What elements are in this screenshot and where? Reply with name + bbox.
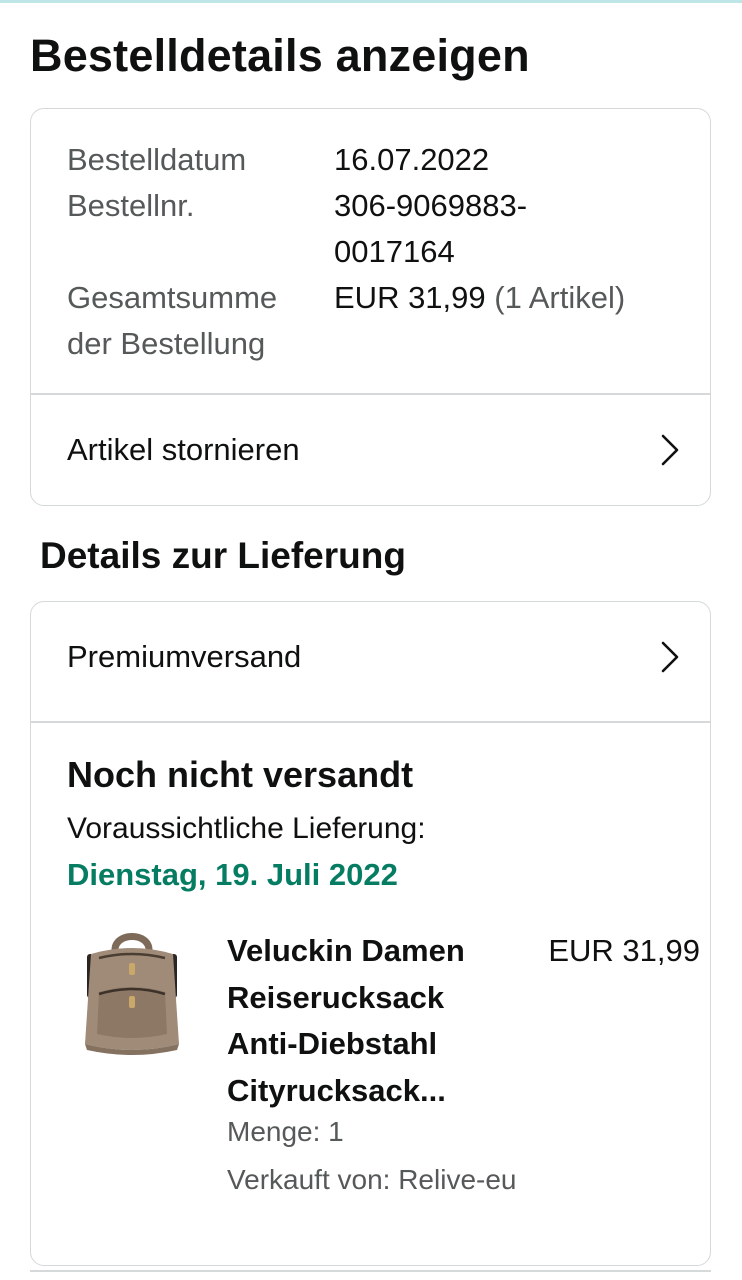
delivery-details-card: Premiumversand Noch nicht versandt Vorau… [30, 601, 711, 1266]
top-accent-line [0, 0, 742, 3]
shipping-method-row[interactable]: Premiumversand [31, 602, 710, 712]
delivery-eta-date: Dienstag, 19. Juli 2022 [67, 857, 398, 892]
order-total-value: EUR 31,99 (1 Artikel) [334, 275, 625, 321]
product-quantity: Menge: 1 [227, 1116, 344, 1147]
order-total-amount: EUR 31,99 [334, 280, 486, 315]
product-title-line: Cityrucksack... [227, 1072, 446, 1108]
order-total-label-line2: der Bestellung [67, 326, 266, 361]
delivery-eta-label: Voraussichtliche Lieferung: [67, 812, 426, 845]
chevron-right-icon [661, 641, 679, 673]
shipment-status: Noch nicht versandt [67, 754, 414, 795]
chevron-right-icon [661, 434, 679, 466]
divider [30, 1270, 711, 1272]
order-item-count: (1 Artikel) [494, 280, 626, 315]
cancel-items-label: Artikel stornieren [67, 432, 300, 467]
order-total-label-line1: Gesamtsumme [67, 280, 278, 315]
shipping-method-label: Premiumversand [67, 639, 302, 674]
product-title-line: Anti-Diebstahl [227, 1026, 438, 1061]
product-title-line: Reiserucksack [227, 979, 445, 1015]
product-seller: Verkauft von: Relive-eu [227, 1164, 517, 1195]
order-number-value-line2: 0017164 [334, 234, 455, 269]
delivery-section-title: Details zur Lieferung [40, 535, 406, 576]
backpack-image[interactable] [77, 930, 187, 1056]
product-title-line: Veluckin Damen [227, 933, 465, 968]
order-number-value-line1: 306-9069883- [334, 188, 528, 223]
page-title: Bestelldetails anzeigen [30, 30, 530, 81]
order-number-label: Bestellnr. [67, 188, 195, 223]
order-date-label: Bestelldatum [67, 142, 247, 177]
order-summary-card: Bestelldatum 16.07.2022 Bestellnr. 306-9… [30, 108, 711, 506]
product-title[interactable]: Veluckin Damen Reiserucksack Anti-Diebst… [227, 928, 465, 1114]
order-date-value: 16.07.2022 [334, 142, 490, 177]
divider [31, 721, 710, 723]
cancel-items-row[interactable]: Artikel stornieren [31, 395, 710, 505]
product-price: EUR 31,99 [548, 933, 700, 968]
